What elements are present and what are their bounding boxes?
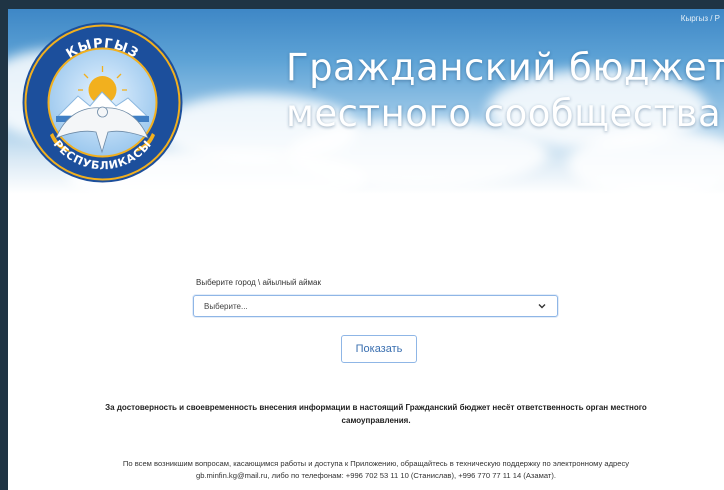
support-info: По всем возникшим вопросам, касающимся р… [18,458,724,482]
city-select[interactable]: Выберите... [193,295,558,317]
title-line-2: местного сообщества [286,92,722,135]
notice-line-1: За достоверность и своевременность внесе… [105,403,647,412]
city-select-form: Выберите город \ айылный аймак Выберите.… [193,278,558,317]
language-switch[interactable]: Кыргыз / Р [681,14,720,23]
app-frame: Кыргыз / Р КЫРГЫЗ РЕСПУБЛИКАСЫ Гражданск… [8,9,724,490]
header-banner: Кыргыз / Р КЫРГЫЗ РЕСПУБЛИКАСЫ Гражданск… [8,9,724,194]
select-value: Выберите... [204,301,248,311]
page-title: Гражданский бюджет местного сообщества [286,45,724,137]
title-line-1: Гражданский бюджет [286,46,724,89]
show-button[interactable]: Показать [341,335,417,363]
support-line-1: По всем возникшим вопросам, касающимся р… [122,459,630,468]
notice-line-2: самоуправления. [341,416,411,425]
support-line-2: gb.minfin.kg@mail.ru, либо по телефонам:… [196,471,556,480]
select-label: Выберите город \ айылный аймак [196,278,322,287]
responsibility-notice: За достоверность и своевременность внесе… [18,401,724,427]
chevron-down-icon [538,304,546,309]
state-emblem-icon: КЫРГЫЗ РЕСПУБЛИКАСЫ [22,22,183,183]
